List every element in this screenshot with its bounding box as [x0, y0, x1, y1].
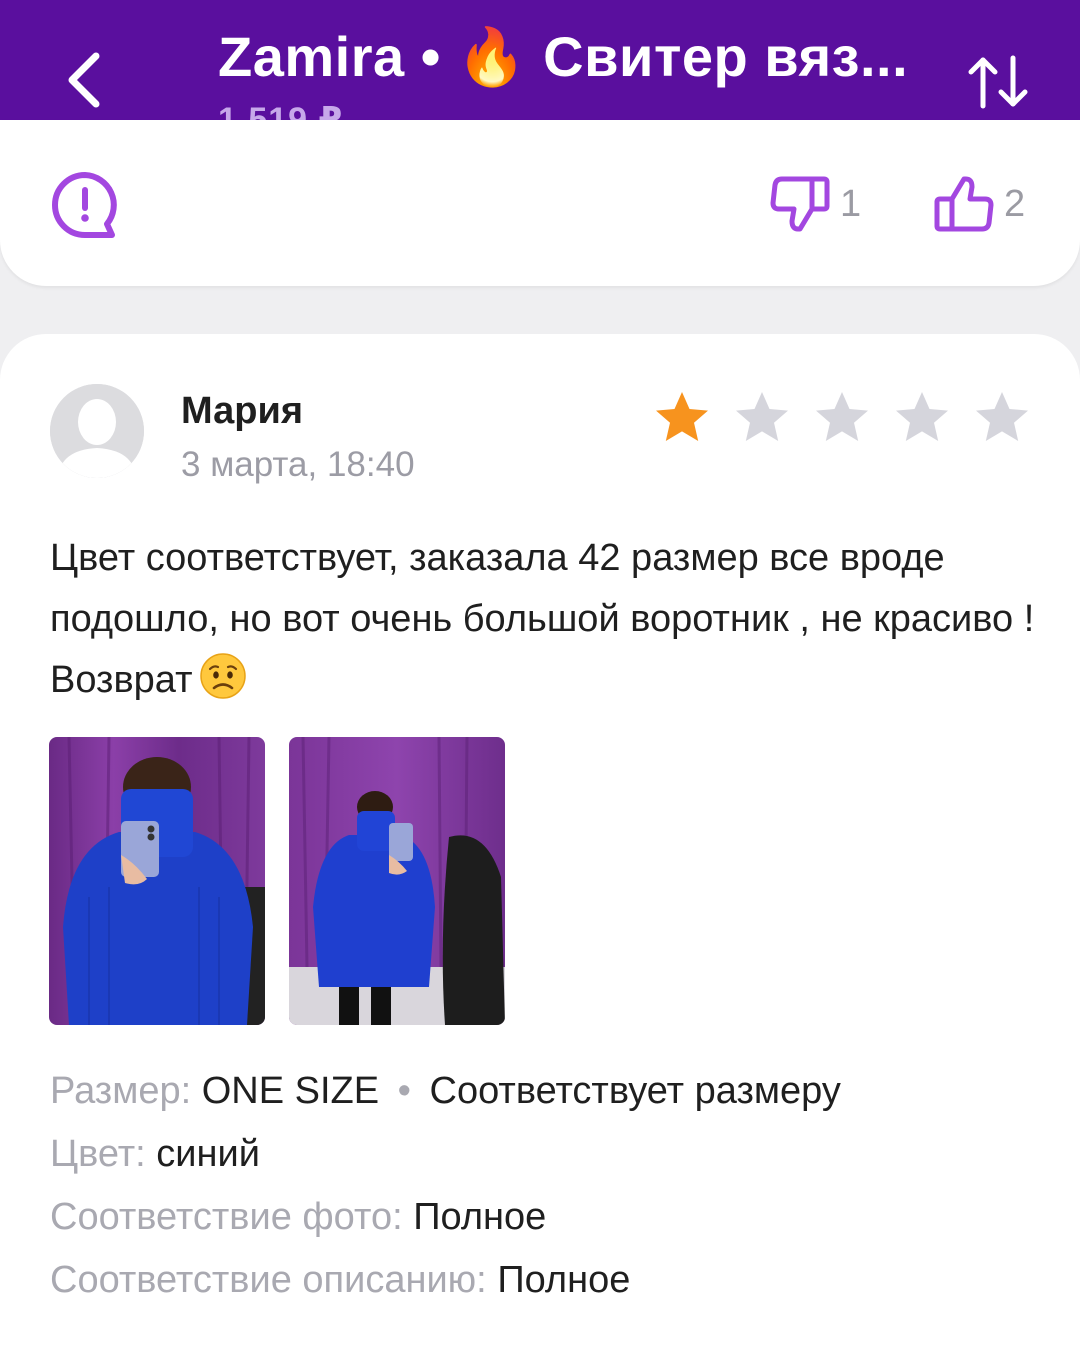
size-value: ONE SIZE — [201, 1070, 380, 1112]
description-match-value: Полное — [497, 1259, 631, 1301]
size-label: Размер: — [50, 1070, 192, 1112]
photo-match-row: Соответствие фото: Полное — [50, 1186, 1050, 1249]
worried-face-emoji-icon — [199, 653, 246, 699]
exclamation-bubble-icon — [52, 172, 117, 238]
review-photo-1[interactable] — [49, 737, 265, 1025]
dislike-button[interactable]: 1 — [770, 172, 861, 236]
photo-image — [49, 737, 265, 1025]
complaint-button[interactable] — [50, 170, 120, 240]
photo-match-label: Соответствие фото: — [50, 1196, 403, 1238]
description-match-row: Соответствие описанию: Полное — [50, 1249, 1050, 1312]
user-placeholder-icon — [50, 384, 144, 478]
review-properties: Размер: ONE SIZE • Соответствует размеру… — [50, 1060, 1050, 1312]
dislike-count: 1 — [840, 182, 862, 225]
thumbs-down-icon — [770, 176, 830, 232]
color-row: Цвет: синий — [50, 1123, 1050, 1186]
star-empty-icon — [816, 392, 868, 441]
sort-button[interactable] — [958, 42, 1038, 122]
back-button[interactable] — [52, 40, 116, 120]
star-filled-icon — [656, 392, 708, 441]
thumbs-up-icon — [934, 176, 994, 232]
rating-stars — [652, 388, 1032, 448]
star-empty-icon — [896, 392, 948, 441]
photo-image — [289, 737, 505, 1025]
review-date: 3 марта, 18:40 — [181, 445, 415, 484]
review-author: Мария — [181, 390, 303, 432]
previous-review-card — [0, 120, 1080, 286]
separator-dot: • — [397, 1070, 411, 1112]
chevron-left-icon — [68, 52, 100, 108]
description-match-label: Соответствие описанию: — [50, 1259, 487, 1301]
size-row: Размер: ONE SIZE • Соответствует размеру — [50, 1060, 1050, 1123]
color-label: Цвет: — [50, 1133, 146, 1175]
review-text: Цвет соответствует, заказала 42 размер в… — [50, 528, 1040, 711]
review-photo-2[interactable] — [289, 737, 505, 1025]
photo-match-value: Полное — [413, 1196, 547, 1238]
like-count: 2 — [1004, 182, 1026, 225]
sort-arrows-icon — [968, 55, 1028, 109]
page-title: Zamira • 🔥 Свитер вяз... — [218, 25, 909, 88]
color-value: синий — [156, 1133, 260, 1175]
like-button[interactable]: 2 — [934, 172, 1025, 236]
size-fit-value: Соответствует размеру — [429, 1070, 841, 1112]
avatar — [50, 384, 144, 478]
star-empty-icon — [736, 392, 788, 441]
star-empty-icon — [976, 392, 1028, 441]
